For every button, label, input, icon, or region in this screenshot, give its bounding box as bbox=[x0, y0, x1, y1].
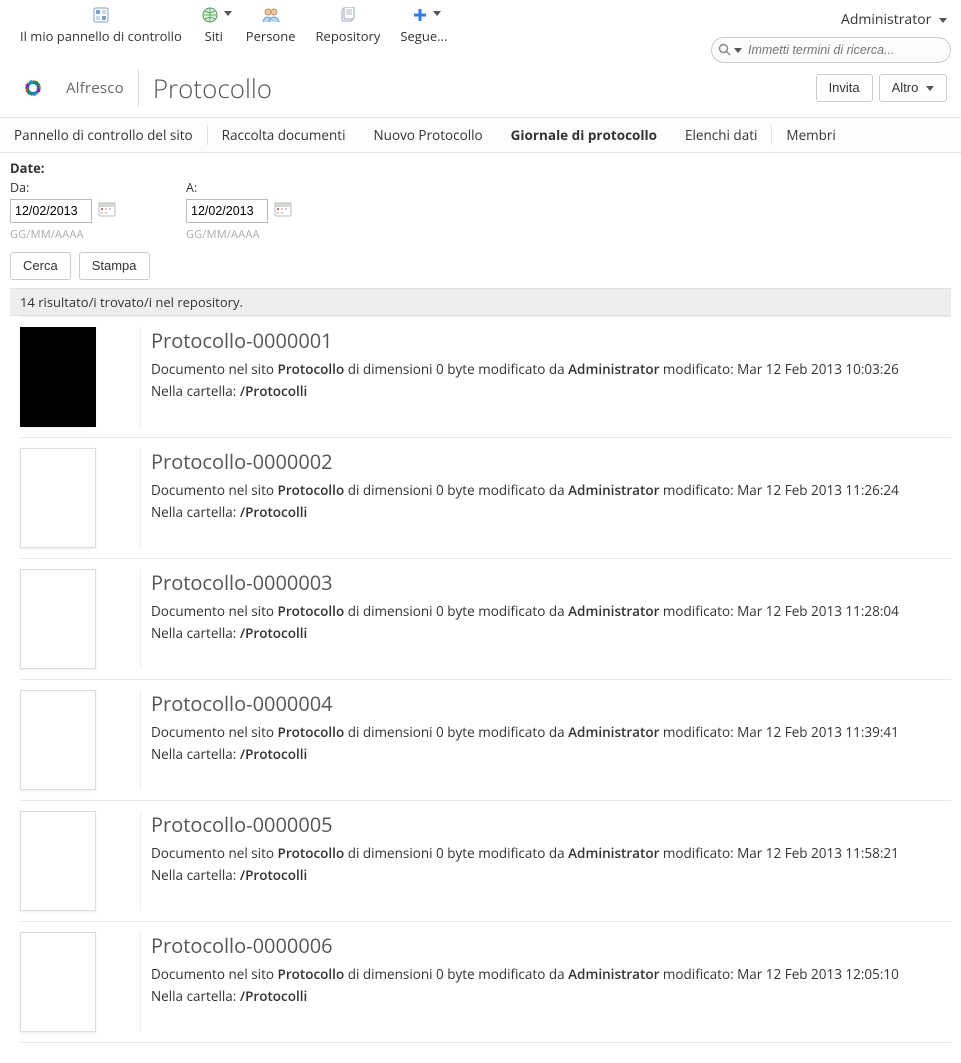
results-summary: 14 risultato/i trovato/i nel repository. bbox=[10, 288, 951, 316]
dashboard-icon bbox=[93, 6, 109, 24]
chevron-down-icon bbox=[224, 11, 232, 16]
other-button-label: Altro bbox=[892, 80, 919, 95]
calendar-icon[interactable] bbox=[98, 200, 116, 222]
nav-people[interactable]: Persone bbox=[236, 6, 306, 45]
result-meta: Documento nel sito Protocollo di dimensi… bbox=[151, 965, 951, 983]
print-button[interactable]: Stampa bbox=[79, 252, 150, 280]
result-folder: Nella cartella: /Protocolli bbox=[151, 987, 951, 1005]
result-title[interactable]: Protocollo-0000004 bbox=[151, 690, 951, 717]
chevron-down-icon bbox=[734, 48, 742, 53]
plus-icon bbox=[413, 6, 435, 24]
other-button[interactable]: Altro bbox=[879, 74, 947, 102]
result-item: Protocollo-0000003 Documento nel sito Pro… bbox=[20, 559, 951, 680]
alfresco-logo-icon bbox=[14, 69, 52, 107]
result-folder: Nella cartella: /Protocolli bbox=[151, 745, 951, 763]
result-title[interactable]: Protocollo-0000005 bbox=[151, 811, 951, 838]
result-meta: Documento nel sito Protocollo di dimensi… bbox=[151, 602, 951, 620]
result-item: Protocollo-0000006 Documento nel sito Pro… bbox=[20, 922, 951, 1043]
chevron-down-icon bbox=[926, 86, 934, 91]
search-button[interactable]: Cerca bbox=[10, 252, 71, 280]
result-folder: Nella cartella: /Protocolli bbox=[151, 866, 951, 884]
result-title[interactable]: Protocollo-0000002 bbox=[151, 448, 951, 475]
date-from-input[interactable] bbox=[10, 199, 92, 223]
document-thumbnail[interactable] bbox=[20, 327, 96, 427]
from-label: Da: bbox=[10, 179, 116, 196]
invite-button[interactable]: Invita bbox=[816, 74, 873, 102]
chevron-down-icon bbox=[939, 18, 947, 23]
document-thumbnail[interactable] bbox=[20, 811, 96, 911]
search-icon[interactable] bbox=[718, 43, 742, 57]
result-title[interactable]: Protocollo-0000006 bbox=[151, 932, 951, 959]
globe-icon bbox=[202, 6, 226, 24]
nav-my-dashboard-label: Il mio pannello di controllo bbox=[20, 27, 182, 45]
nav-people-label: Persone bbox=[246, 27, 296, 45]
date-format-hint: GG/MM/AAAA bbox=[10, 227, 116, 242]
nav-repository[interactable]: Repository bbox=[306, 6, 391, 45]
brand-name: Alfresco bbox=[66, 69, 139, 107]
site-nav: Pannello di controllo del sito Raccolta … bbox=[0, 117, 961, 153]
to-label: A: bbox=[186, 179, 292, 196]
date-to-input[interactable] bbox=[186, 199, 268, 223]
nav-more[interactable]: Segue... bbox=[390, 6, 457, 45]
nav-repository-label: Repository bbox=[316, 27, 381, 45]
document-thumbnail[interactable] bbox=[20, 448, 96, 548]
result-meta: Documento nel sito Protocollo di dimensi… bbox=[151, 481, 951, 499]
sitenav-dashboard[interactable]: Pannello di controllo del sito bbox=[0, 118, 207, 152]
result-item: Protocollo-0000004 Documento nel sito Pro… bbox=[20, 680, 951, 801]
user-menu[interactable]: Administrator bbox=[841, 10, 951, 29]
result-meta: Documento nel sito Protocollo di dimensi… bbox=[151, 844, 951, 862]
sitenav-elenchi[interactable]: Elenchi dati bbox=[671, 118, 771, 152]
people-icon bbox=[262, 6, 280, 24]
sitenav-giornale[interactable]: Giornale di protocollo bbox=[497, 118, 671, 152]
nav-more-label: Segue... bbox=[400, 27, 447, 45]
result-folder: Nella cartella: /Protocolli bbox=[151, 624, 951, 642]
sitenav-doclib[interactable]: Raccolta documenti bbox=[208, 118, 360, 152]
result-meta: Documento nel sito Protocollo di dimensi… bbox=[151, 360, 951, 378]
result-meta: Documento nel sito Protocollo di dimensi… bbox=[151, 723, 951, 741]
nav-sites-label: Siti bbox=[205, 27, 223, 45]
document-thumbnail[interactable] bbox=[20, 569, 96, 669]
date-format-hint: GG/MM/AAAA bbox=[186, 227, 292, 242]
nav-sites[interactable]: Siti bbox=[192, 6, 236, 45]
repository-icon bbox=[340, 6, 356, 24]
result-item: Protocollo-0000002 Documento nel sito Pro… bbox=[20, 438, 951, 559]
result-folder: Nella cartella: /Protocolli bbox=[151, 382, 951, 400]
nav-my-dashboard[interactable]: Il mio pannello di controllo bbox=[10, 6, 192, 45]
result-title[interactable]: Protocollo-0000003 bbox=[151, 569, 951, 596]
site-title: Protocollo bbox=[153, 70, 272, 106]
result-item: Protocollo-0000005 Documento nel sito Pro… bbox=[20, 801, 951, 922]
sitenav-nuovo[interactable]: Nuovo Protocollo bbox=[360, 118, 497, 152]
document-thumbnail[interactable] bbox=[20, 932, 96, 1032]
search-input[interactable] bbox=[742, 42, 942, 58]
chevron-down-icon bbox=[433, 11, 441, 16]
result-folder: Nella cartella: /Protocolli bbox=[151, 503, 951, 521]
result-item: Protocollo-0000001 Documento nel sito Pro… bbox=[20, 316, 951, 438]
result-title[interactable]: Protocollo-0000001 bbox=[151, 327, 951, 354]
sitenav-membri[interactable]: Membri bbox=[772, 118, 849, 152]
calendar-icon[interactable] bbox=[274, 200, 292, 222]
document-thumbnail[interactable] bbox=[20, 690, 96, 790]
user-name: Administrator bbox=[841, 10, 931, 29]
search-box[interactable] bbox=[711, 37, 951, 63]
filter-title: Date: bbox=[10, 159, 951, 177]
